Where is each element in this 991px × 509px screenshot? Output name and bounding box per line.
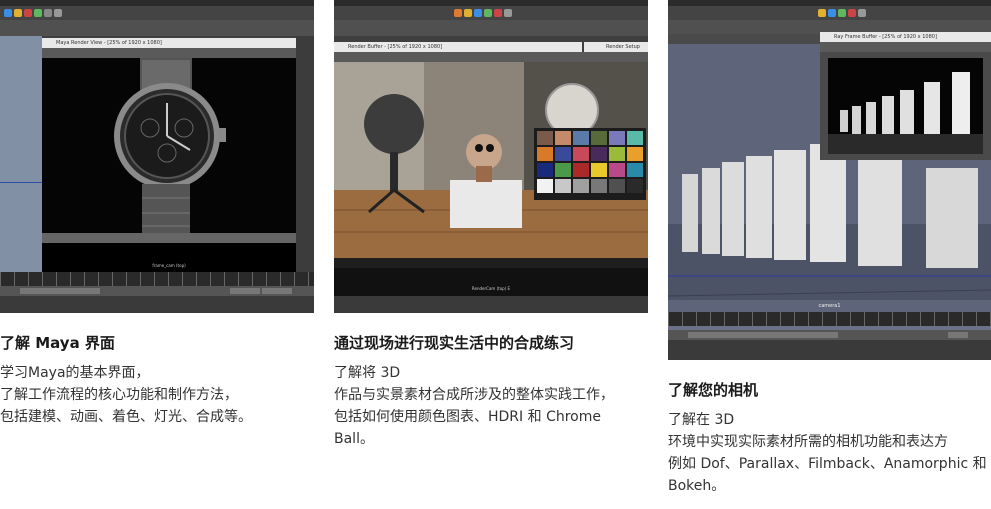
card-title[interactable]: 了解 Maya 界面 [0, 333, 314, 353]
frame-buffer-render [820, 52, 991, 160]
description-line: 环境中实现实际素材所需的相机功能和表达方 [668, 434, 948, 450]
card-title[interactable]: 了解您的相机 [668, 380, 991, 400]
course-card-camera[interactable]: Ray Frame Buffer - [25% of 1920 x 1080] … [668, 0, 991, 497]
course-card-live-compositing[interactable]: Render Buffer - [25% of 1920 x 1080] Ren… [334, 0, 648, 450]
render-setup-title: Render Setup [584, 42, 648, 52]
compositing-screenshot: Render Buffer - [25% of 1920 x 1080] Ren… [334, 0, 648, 313]
course-card-maya-interface[interactable]: Maya Render View - [25% of 1920 x 1080] [0, 0, 314, 428]
card-description: 了解将 3D 作品与实景素材合成所涉及的整体实践工作， 包括如何使用颜色图表、H… [334, 362, 648, 450]
description-line: 学习Maya的基本界面， [0, 365, 150, 381]
description-line: 作品与实景素材合成所涉及的整体实践工作， [334, 387, 614, 403]
camera-label: camera1 [818, 303, 841, 309]
frame-label: frame_cam (top) [152, 263, 186, 268]
description-line: 包括建模、动画、着色、灯光、合成等。 [0, 409, 252, 425]
render-view-title: Maya Render View - [25% of 1920 x 1080] [42, 38, 296, 48]
color-chart [534, 128, 646, 200]
watch-render [42, 58, 296, 233]
card-description: 了解在 3D 环境中实现实际素材所需的相机功能和表达方 例如 Dof、Paral… [668, 409, 991, 497]
description-line: Bokeh。 [668, 478, 726, 494]
render-buffer-title: Render Buffer - [25% of 1920 x 1080] [334, 42, 582, 52]
frame-label: RenderCam (top) E [471, 286, 511, 291]
card-title[interactable]: 通过现场进行现实生活中的合成练习 [334, 333, 648, 353]
frame-buffer-title: Ray Frame Buffer - [25% of 1920 x 1080] [820, 32, 991, 42]
description-line: Ball。 [334, 431, 374, 447]
description-line: 了解将 3D [334, 365, 401, 381]
card-description: 学习Maya的基本界面， 了解工作流程的核心功能和制作方法， 包括建模、动画、着… [0, 362, 314, 428]
description-line: 了解工作流程的核心功能和制作方法， [0, 387, 238, 403]
description-line: 包括如何使用颜色图表、HDRI 和 Chrome [334, 409, 601, 425]
description-line: 例如 Dof、Parallax、Filmback、Anamorphic 和 [668, 456, 987, 472]
compositing-render [334, 62, 648, 268]
description-line: 了解在 3D [668, 412, 735, 428]
maya-interface-screenshot: Maya Render View - [25% of 1920 x 1080] [0, 0, 314, 313]
camera-screenshot: Ray Frame Buffer - [25% of 1920 x 1080] … [668, 0, 991, 360]
